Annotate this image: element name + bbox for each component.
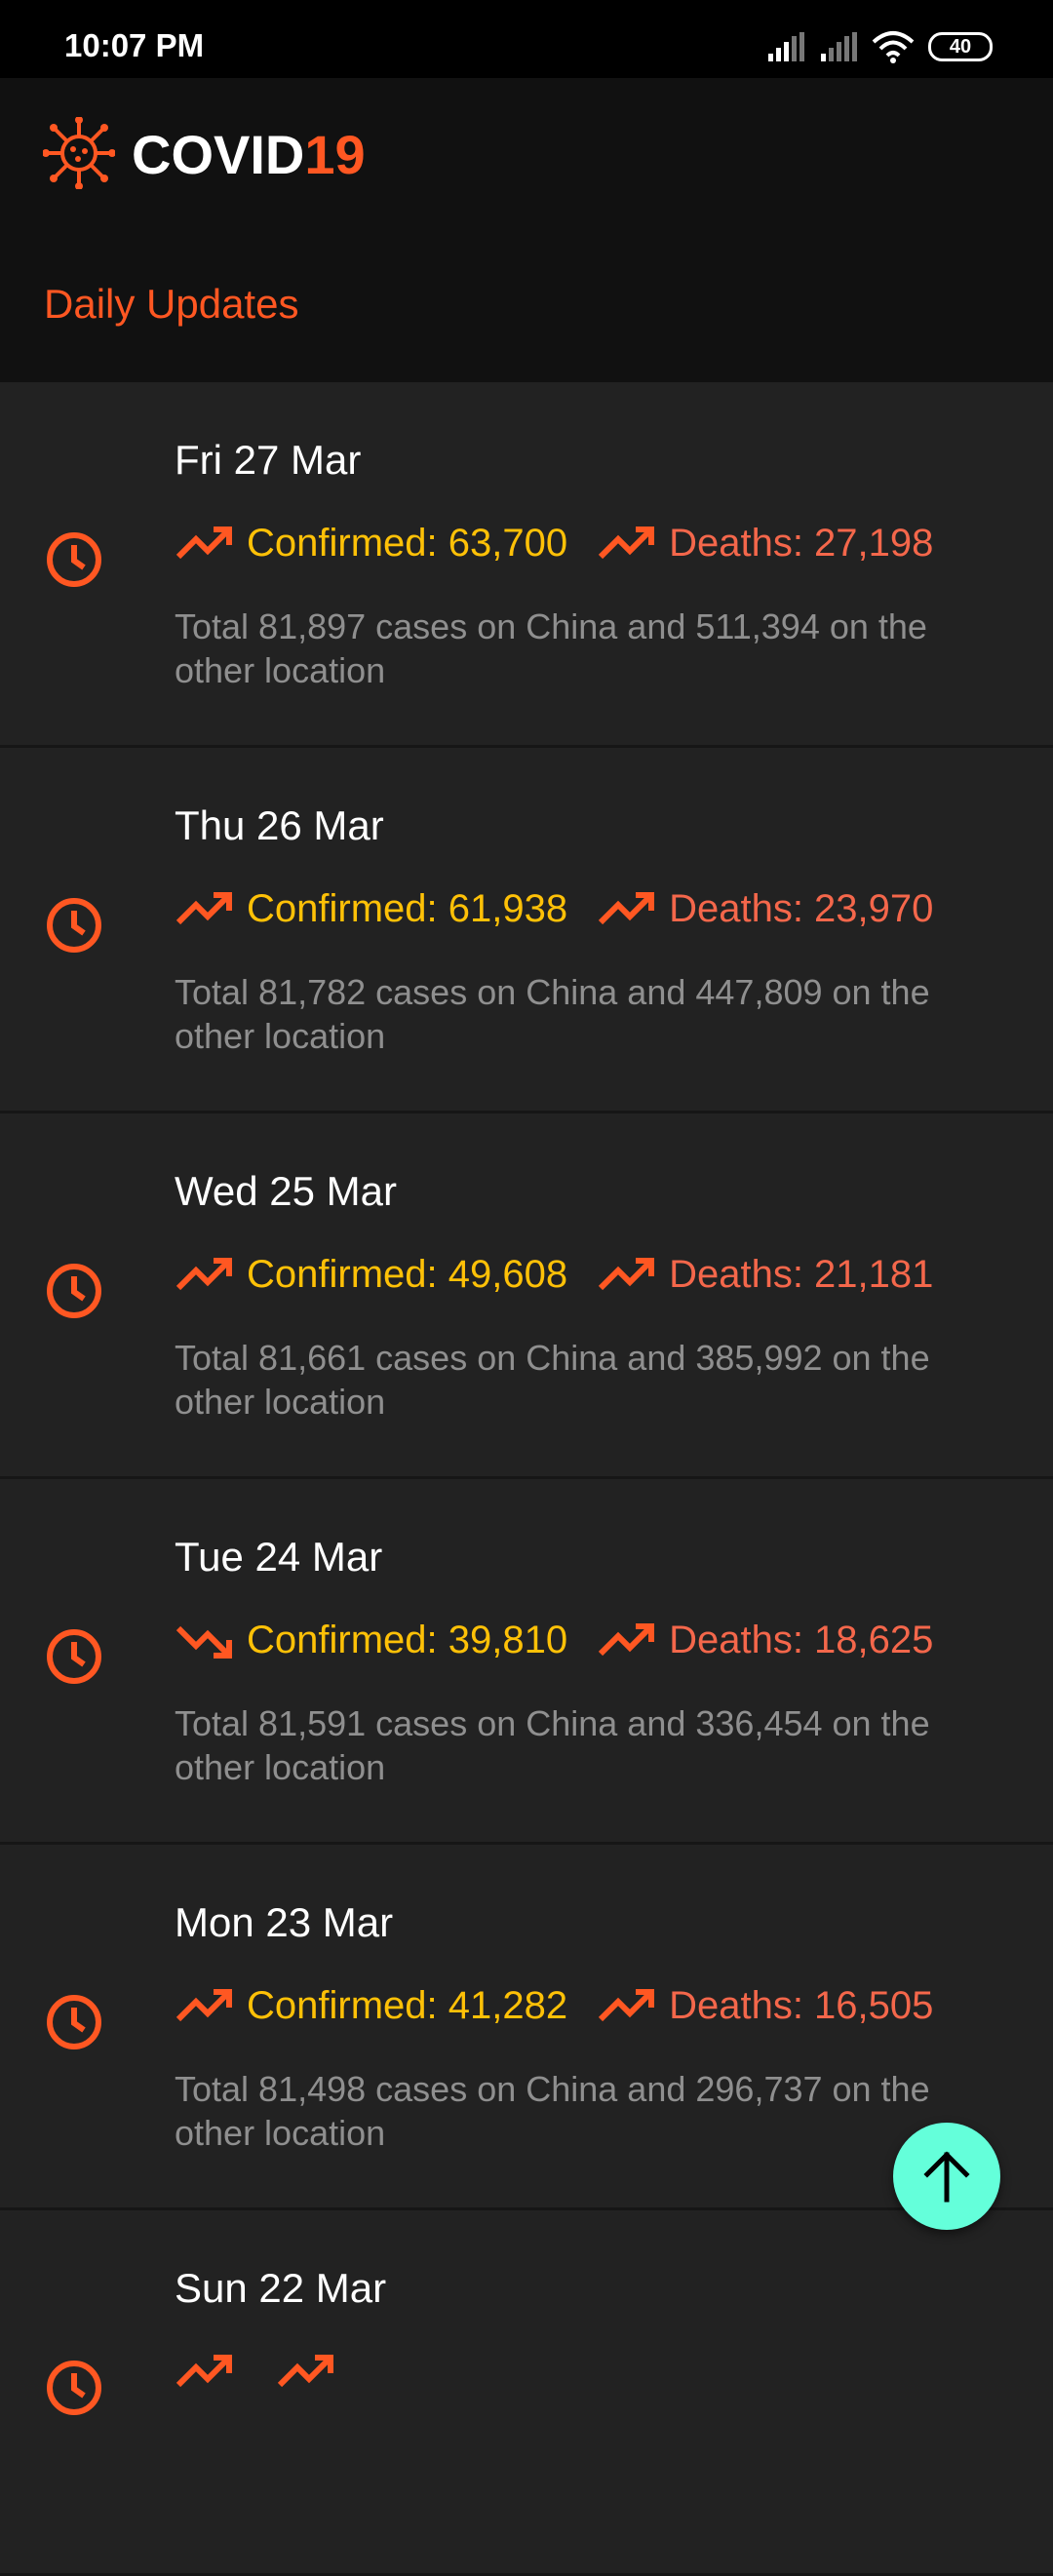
- status-bar: 10:07 PM 40: [0, 0, 1053, 78]
- clock-icon: [47, 2361, 101, 2415]
- trending-up-icon: [176, 892, 232, 925]
- update-date: Sun 22 Mar: [175, 2265, 387, 2311]
- status-icons: 40: [766, 29, 993, 64]
- clock-icon: [47, 1995, 101, 2049]
- trending-up-icon: [598, 1989, 655, 2022]
- confirmed-count: Confirmed: 61,938: [247, 886, 568, 930]
- trending-up-icon: [277, 2355, 333, 2388]
- confirmed-count: Confirmed: 63,700: [247, 521, 568, 565]
- trending-down-icon: [176, 1625, 232, 1659]
- trending-up-icon: [598, 1623, 655, 1657]
- trending-up-icon: [598, 527, 655, 560]
- confirmed-count: Confirmed: 39,810: [247, 1618, 568, 1661]
- app-header: COVID19 Daily Updates: [0, 78, 1053, 382]
- confirmed-count: Confirmed: 49,608: [247, 1252, 568, 1296]
- total-cases-text: Total 81,591 cases on China and 336,454 …: [175, 1703, 930, 1787]
- section-title: Daily Updates: [44, 281, 299, 327]
- clock-icon: [47, 532, 101, 587]
- signal-icon: [768, 32, 804, 61]
- clock-icon: [47, 1264, 101, 1318]
- app-title: COVID19: [132, 123, 366, 186]
- total-cases-text: Total 81,498 cases on China and 296,737 …: [175, 2069, 930, 2153]
- wifi-icon: [872, 31, 915, 63]
- trending-up-icon: [176, 527, 232, 560]
- app-title-accent: 19: [304, 124, 366, 185]
- trending-up-icon: [598, 1258, 655, 1291]
- trending-up-icon: [598, 892, 655, 925]
- update-list-item[interactable]: Sun 22 Mar: [0, 2210, 1053, 2576]
- confirmed-count: Confirmed: 41,282: [247, 1983, 568, 2027]
- deaths-count: Deaths: 18,625: [669, 1618, 934, 1661]
- update-date: Fri 27 Mar: [175, 437, 362, 483]
- stats-row: [175, 2347, 348, 2396]
- deaths-count: Deaths: 21,181: [669, 1252, 934, 1296]
- app-title-main: COVID: [132, 124, 305, 185]
- total-cases-text: Total 81,782 cases on China and 447,809 …: [175, 972, 930, 1056]
- daily-updates-list[interactable]: Fri 27 Mar Confirmed: 63,700 Deaths: 27,…: [0, 382, 1053, 2576]
- status-time: 10:07 PM: [64, 27, 205, 63]
- virus-logo-icon: [43, 117, 115, 189]
- deaths-count: Deaths: 16,505: [669, 1983, 934, 2027]
- update-list-item[interactable]: Thu 26 Mar Confirmed: 61,938 Deaths: 23,…: [0, 748, 1053, 1113]
- update-date: Tue 24 Mar: [175, 1534, 383, 1580]
- deaths-count: Deaths: 23,970: [669, 886, 934, 930]
- trending-up-icon: [176, 2355, 232, 2388]
- scroll-top-button[interactable]: [893, 2123, 1000, 2230]
- trending-up-icon: [176, 1989, 232, 2022]
- update-list-item[interactable]: Mon 23 Mar Confirmed: 41,282 Deaths: 16,…: [0, 1845, 1053, 2210]
- update-date: Wed 25 Mar: [175, 1168, 397, 1214]
- battery-icon: 40: [928, 32, 993, 61]
- clock-icon: [47, 1629, 101, 1684]
- deaths-count: Deaths: 27,198: [669, 521, 934, 565]
- signal-icon-2: [821, 32, 857, 61]
- update-list-item[interactable]: Wed 25 Mar Confirmed: 49,608 Deaths: 21,…: [0, 1113, 1053, 1479]
- stats-row: Confirmed: 39,810 Deaths: 18,625: [175, 1616, 933, 1664]
- stats-row: Confirmed: 63,700 Deaths: 27,198: [175, 519, 933, 567]
- update-date: Thu 26 Mar: [175, 802, 384, 848]
- update-list-item[interactable]: Fri 27 Mar Confirmed: 63,700 Deaths: 27,…: [0, 382, 1053, 748]
- stats-row: Confirmed: 49,608 Deaths: 21,181: [175, 1250, 933, 1299]
- update-date: Mon 23 Mar: [175, 1899, 394, 1945]
- stats-row: Confirmed: 61,938 Deaths: 23,970: [175, 884, 933, 933]
- arrow-up-icon: [923, 2151, 970, 2203]
- total-cases-text: Total 81,897 cases on China and 511,394 …: [175, 606, 927, 690]
- total-cases-text: Total 81,661 cases on China and 385,992 …: [175, 1338, 930, 1422]
- trending-up-icon: [176, 1258, 232, 1291]
- stats-row: Confirmed: 41,282 Deaths: 16,505: [175, 1981, 933, 2030]
- clock-icon: [47, 898, 101, 953]
- update-list-item[interactable]: Tue 24 Mar Confirmed: 39,810 Deaths: 18,…: [0, 1479, 1053, 1845]
